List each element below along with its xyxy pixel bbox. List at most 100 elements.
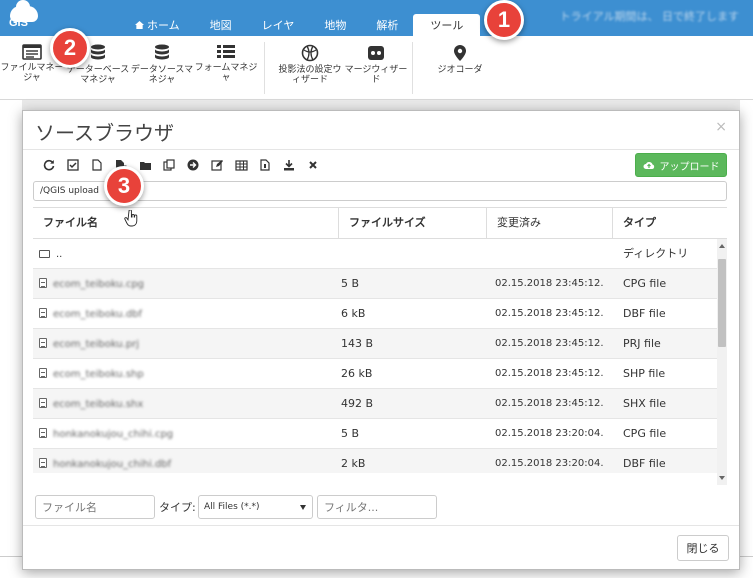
new-file-button[interactable]	[85, 157, 109, 173]
archive-button[interactable]	[253, 157, 277, 173]
main-nav: ホーム 地図 レイヤ 地物 解析 ツール	[120, 14, 481, 36]
tab-layer[interactable]: レイヤ	[247, 14, 310, 36]
edit-icon	[211, 160, 223, 171]
table-row-parent-dir[interactable]: .. ディレクトリ	[33, 239, 717, 269]
upload-button[interactable]: アップロード	[635, 153, 727, 177]
file-name-cell: honkanokujou_chihi.dbf	[39, 449, 171, 473]
tab-features[interactable]: 地物	[309, 14, 361, 36]
file-name: ecom_teiboku.shx	[53, 399, 144, 410]
file-archive-icon	[260, 159, 270, 171]
database-icon	[91, 44, 105, 60]
table-row[interactable]: honkanokujou_chihi.cpg 5 B 02.15.2018 23…	[33, 419, 717, 449]
file-name-cell: ecom_teiboku.prj	[39, 329, 139, 358]
select-all-button[interactable]	[61, 157, 85, 173]
tab-label: 地図	[209, 19, 232, 32]
file-name-cell: ..	[39, 239, 62, 268]
file-icon	[39, 458, 47, 468]
background-panel-right	[740, 100, 753, 578]
delete-icon	[309, 161, 317, 169]
filename-filter-input[interactable]	[35, 495, 155, 519]
file-type: ディレクトリ	[623, 247, 689, 260]
file-type: PRJ file	[623, 337, 661, 350]
file-size: 5 B	[341, 427, 360, 440]
scroll-down-icon[interactable]	[719, 476, 725, 480]
tab-tools[interactable]: ツール	[413, 14, 481, 36]
table-scrollbar[interactable]	[717, 239, 727, 485]
scroll-thumb[interactable]	[718, 259, 726, 347]
refresh-icon	[43, 159, 55, 171]
file-name-cell: ecom_teiboku.shp	[39, 359, 144, 388]
file-toolbar	[37, 157, 325, 173]
file-icon	[39, 308, 47, 318]
delete-button[interactable]	[301, 157, 325, 173]
table-view-button[interactable]	[229, 157, 253, 173]
ribbon-divider	[264, 42, 265, 94]
tab-map[interactable]: 地図	[195, 14, 247, 36]
map-pin-icon	[454, 45, 466, 61]
app-logo[interactable]: GIS	[6, 0, 42, 34]
ribbon-label: ジオコーダ	[437, 65, 483, 75]
folder-open-icon	[39, 250, 50, 258]
file-type: CPG file	[623, 427, 667, 440]
column-header-modified[interactable]: 変更済み	[487, 208, 613, 238]
file-name: honkanokujou_chihi.dbf	[53, 459, 172, 470]
file-icon	[39, 398, 47, 408]
datasource-manager-button[interactable]: データソースマネジャ	[130, 44, 194, 85]
file-type: SHP file	[623, 367, 666, 380]
duplicate-button[interactable]	[157, 157, 181, 173]
file-icon	[39, 338, 47, 348]
filter-input[interactable]	[317, 495, 437, 519]
tab-label: レイヤ	[261, 19, 295, 32]
projection-wizard-button[interactable]: 投影法の設定ウィザード	[278, 44, 342, 85]
scroll-up-icon[interactable]	[719, 244, 725, 248]
hand-cursor-icon	[124, 210, 138, 227]
file-name-cell: ecom_teiboku.shx	[39, 389, 143, 418]
table-row[interactable]: ecom_teiboku.shp 26 kB 02.15.2018 23:45:…	[33, 359, 717, 389]
file-modified: 02.15.2018 23:45:12.	[495, 278, 604, 289]
geocoder-button[interactable]: ジオコーダ	[428, 44, 492, 75]
file-size: 26 kB	[341, 367, 373, 380]
file-size: 2 kB	[341, 457, 366, 470]
type-label: タイプ:	[159, 501, 196, 514]
close-button[interactable]: 閉じる	[677, 535, 729, 561]
refresh-button[interactable]	[37, 157, 61, 173]
file-name: ecom_teiboku.prj	[53, 339, 140, 350]
file-name-cell: honkanokujou_chihi.cpg	[39, 419, 173, 448]
callout-badge-2: 2	[50, 28, 90, 68]
cloud-upload-icon	[643, 162, 654, 169]
table-icon	[234, 159, 248, 171]
globe-icon	[301, 44, 319, 62]
file-size: 5 B	[341, 277, 360, 290]
merge-wizard-button[interactable]: マージウィザード	[344, 44, 408, 85]
ribbon-label: 投影法の設定ウィザード	[278, 65, 342, 85]
table-row[interactable]: ecom_teiboku.prj 143 B 02.15.2018 23:45:…	[33, 329, 717, 359]
new-file-icon	[92, 159, 102, 171]
column-header-name[interactable]: ファイル名	[33, 208, 339, 238]
table-row[interactable]: ecom_teiboku.shx 492 B 02.15.2018 23:45:…	[33, 389, 717, 419]
form-manager-button[interactable]: フォームマネジャ	[194, 44, 258, 83]
tab-home[interactable]: ホーム	[120, 14, 195, 36]
ribbon-label: マージウィザード	[344, 65, 408, 85]
table-row[interactable]: ecom_teiboku.cpg 5 B 02.15.2018 23:45:12…	[33, 269, 717, 299]
move-button[interactable]	[181, 157, 205, 173]
file-table-body: .. ディレクトリ ecom_teiboku.cpg 5 B 02.15.201…	[33, 239, 717, 473]
duplicate-icon	[163, 159, 175, 171]
ribbon-label: ファイルマネージャ	[0, 63, 64, 83]
tab-analysis[interactable]: 解析	[361, 14, 413, 36]
column-header-size[interactable]: ファイルサイズ	[339, 208, 487, 238]
file-name-cell: ecom_teiboku.dbf	[39, 299, 142, 328]
file-icon	[39, 428, 47, 438]
file-modified: 02.15.2018 23:45:12.	[495, 368, 604, 379]
file-type: DBF file	[623, 307, 666, 320]
trial-notice: トライアル期間は、 日で終了します	[559, 10, 739, 23]
file-modified: 02.15.2018 23:45:12.	[495, 338, 604, 349]
table-row[interactable]: ecom_teiboku.dbf 6 kB 02.15.2018 23:45:1…	[33, 299, 717, 329]
download-button[interactable]	[277, 157, 301, 173]
close-icon[interactable]: ×	[715, 119, 727, 135]
table-row[interactable]: honkanokujou_chihi.dbf 2 kB 02.15.2018 2…	[33, 449, 717, 473]
logo-text: GIS	[9, 17, 28, 29]
column-header-type[interactable]: タイプ	[613, 208, 727, 238]
rename-button[interactable]	[205, 157, 229, 173]
file-type-select[interactable]: All Files (*.*)	[198, 495, 313, 519]
file-name: honkanokujou_chihi.cpg	[53, 429, 174, 440]
